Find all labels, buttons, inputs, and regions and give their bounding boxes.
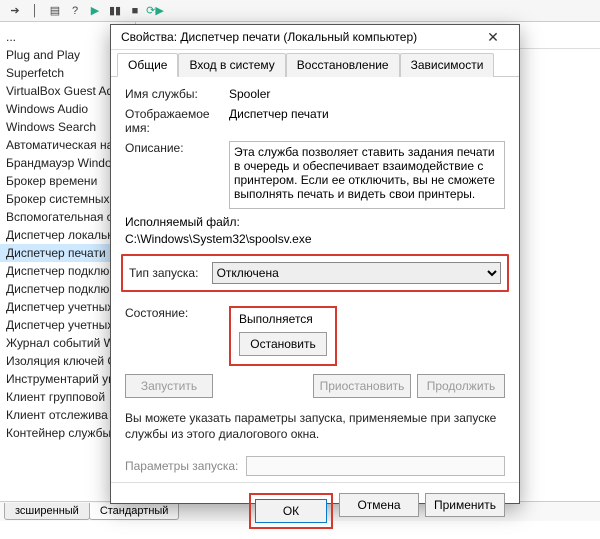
restart-icon[interactable]: ⟳▶ (148, 4, 162, 18)
label-state: Состояние: (125, 306, 221, 320)
arrow-right-icon[interactable]: ➔ (8, 4, 22, 18)
stop-button[interactable]: Остановить (239, 332, 327, 356)
play-all-icon[interactable]: ▶ (88, 4, 102, 18)
tab-general[interactable]: Общие (117, 53, 178, 77)
highlight-startup-type: Тип запуска: Отключена (121, 254, 509, 292)
close-icon: ✕ (487, 29, 499, 46)
resume-button: Продолжить (417, 374, 505, 398)
label-description: Описание: (125, 141, 221, 155)
pause-icon[interactable]: ▮▮ (108, 4, 122, 18)
apply-button[interactable]: Применить (425, 493, 505, 517)
value-service-name: Spooler (229, 87, 505, 101)
cancel-button[interactable]: Отмена (339, 493, 419, 517)
label-display-name: Отображаемое имя: (125, 107, 221, 135)
label-params: Параметры запуска: (125, 459, 238, 473)
help-icon[interactable]: ? (68, 4, 82, 18)
value-exe-path: C:\Windows\System32\spoolsv.exe (125, 232, 505, 246)
dialog-title: Свойства: Диспетчер печати (Локальный ко… (121, 30, 473, 44)
tab-extended[interactable]: зсширенный (4, 503, 90, 520)
stop-icon[interactable]: ■ (128, 4, 142, 18)
startup-params-input (246, 456, 505, 476)
service-properties-dialog: Свойства: Диспетчер печати (Локальный ко… (110, 24, 520, 504)
highlight-ok: ОК (249, 493, 333, 529)
start-button: Запустить (125, 374, 213, 398)
ok-button[interactable]: ОК (255, 499, 327, 523)
divider-icon: │ (28, 4, 42, 18)
close-button[interactable]: ✕ (473, 25, 513, 49)
startup-params-hint: Вы можете указать параметры запуска, при… (125, 410, 505, 442)
value-display-name: Диспетчер печати (229, 107, 505, 121)
value-description[interactable] (229, 141, 505, 209)
pause-button: Приостановить (313, 374, 411, 398)
value-state: Выполняется (239, 312, 327, 326)
highlight-state: Выполняется Остановить (229, 306, 337, 366)
tab-recovery[interactable]: Восстановление (286, 53, 400, 77)
label-startup-type: Тип запуска: (129, 266, 204, 280)
label-exe-path: Исполняемый файл: (125, 215, 505, 229)
tab-dependencies[interactable]: Зависимости (400, 53, 495, 77)
tab-logon[interactable]: Вход в систему (178, 53, 285, 77)
dialog-tabs: Общие Вход в систему Восстановление Зави… (111, 52, 519, 77)
startup-type-select[interactable]: Отключена (212, 262, 501, 284)
toolbar: ➔ │ ▤ ? ▶ ▮▮ ■ ⟳▶ (0, 0, 600, 22)
document-icon[interactable]: ▤ (48, 4, 62, 18)
label-service-name: Имя службы: (125, 87, 221, 101)
